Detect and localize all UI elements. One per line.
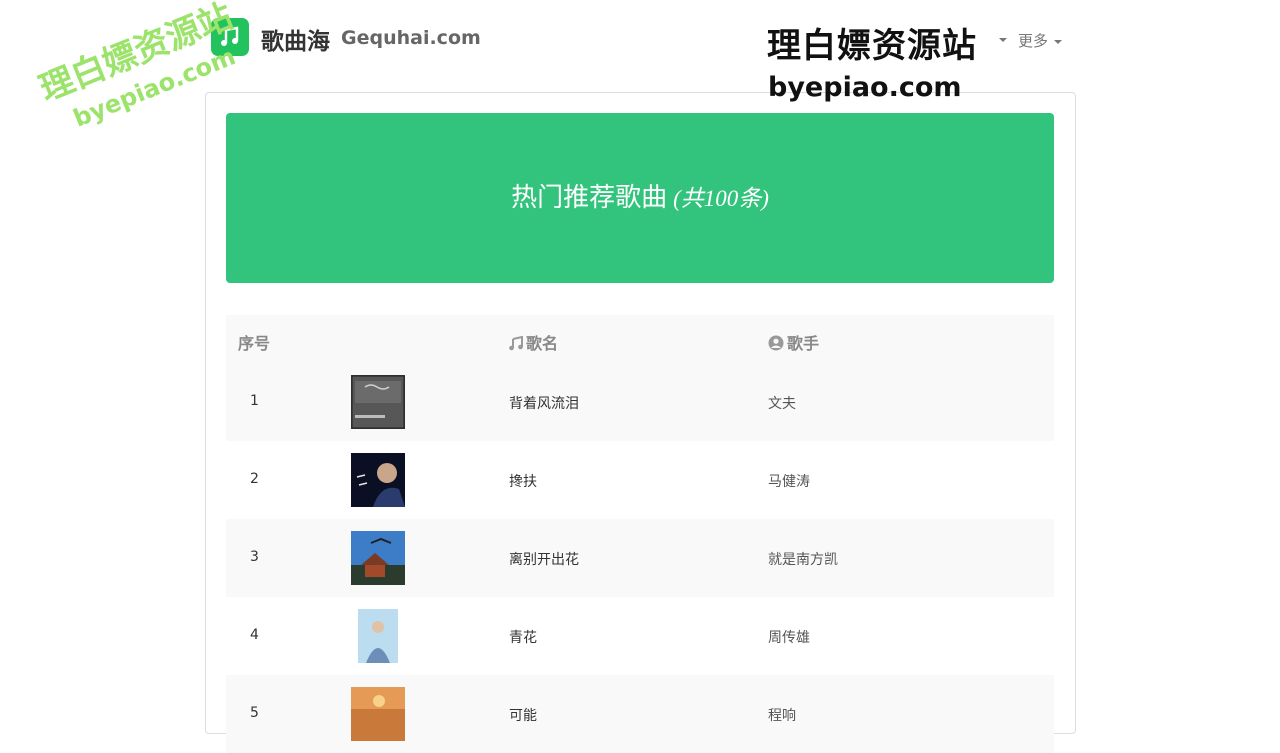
brand-name-cn[interactable]: 歌曲海 — [261, 22, 330, 56]
nav-more-label: 更多 — [1018, 32, 1049, 50]
table-header: 序号 歌名 歌手 — [226, 315, 1054, 363]
banner-count: (共100条) — [673, 186, 769, 211]
music-note-icon — [509, 336, 523, 351]
table-row[interactable]: 2 搀扶 马健涛 — [226, 441, 1054, 519]
song-title[interactable]: 搀扶 — [509, 471, 537, 491]
album-cover-image[interactable] — [351, 687, 405, 741]
banner-title: 热门推荐歌曲 — [511, 183, 668, 213]
artist-name[interactable]: 程响 — [768, 705, 796, 725]
artist-name[interactable]: 马健涛 — [768, 471, 810, 491]
header-artist-label: 歌手 — [787, 334, 820, 353]
song-title[interactable]: 离别开出花 — [509, 549, 579, 569]
table-row[interactable]: 3 离别开出花 就是南方凯 — [226, 519, 1054, 597]
table-row[interactable]: 5 可能 程响 — [226, 675, 1054, 753]
nav-dropdown-caret[interactable] — [999, 38, 1007, 42]
song-title[interactable]: 可能 — [509, 705, 537, 725]
row-index: 2 — [250, 471, 259, 487]
header-song: 歌名 — [509, 330, 558, 354]
table-row[interactable]: 1 背着风流泪 文夫 — [226, 363, 1054, 441]
chevron-down-icon — [1054, 39, 1063, 44]
table-row[interactable]: 4 青花 周传雄 — [226, 597, 1054, 675]
artist-name[interactable]: 文夫 — [768, 393, 796, 413]
album-cover-image[interactable] — [351, 453, 405, 507]
watermark-right-cn: 理白嫖资源站 — [767, 26, 977, 66]
song-title[interactable]: 背着风流泪 — [509, 393, 579, 413]
hot-songs-banner: 热门推荐歌曲 (共100条) — [226, 113, 1054, 283]
nav-more-dropdown[interactable]: 更多 — [1018, 30, 1063, 51]
row-index: 3 — [250, 549, 259, 565]
user-circle-icon — [768, 335, 784, 351]
album-cover-image[interactable] — [351, 609, 405, 663]
album-cover-image[interactable] — [351, 531, 405, 585]
song-title[interactable]: 青花 — [509, 627, 537, 647]
header-index: 序号 — [238, 334, 271, 353]
header-artist: 歌手 — [768, 330, 819, 354]
artist-name[interactable]: 就是南方凯 — [768, 549, 838, 569]
album-cover-image[interactable] — [351, 375, 405, 429]
brand-name-en[interactable]: Gequhai.com — [341, 27, 481, 49]
artist-name[interactable]: 周传雄 — [768, 627, 810, 647]
header-song-label: 歌名 — [526, 334, 559, 353]
songs-table: 序号 歌名 歌手 1 背着风流泪 文夫 2 搀扶 马健涛 3 离别开出花 就是南… — [226, 315, 1054, 753]
watermark-right-en: byepiao.com — [768, 72, 962, 103]
row-index: 5 — [250, 705, 259, 721]
row-index: 1 — [250, 393, 259, 409]
row-index: 4 — [250, 627, 259, 643]
